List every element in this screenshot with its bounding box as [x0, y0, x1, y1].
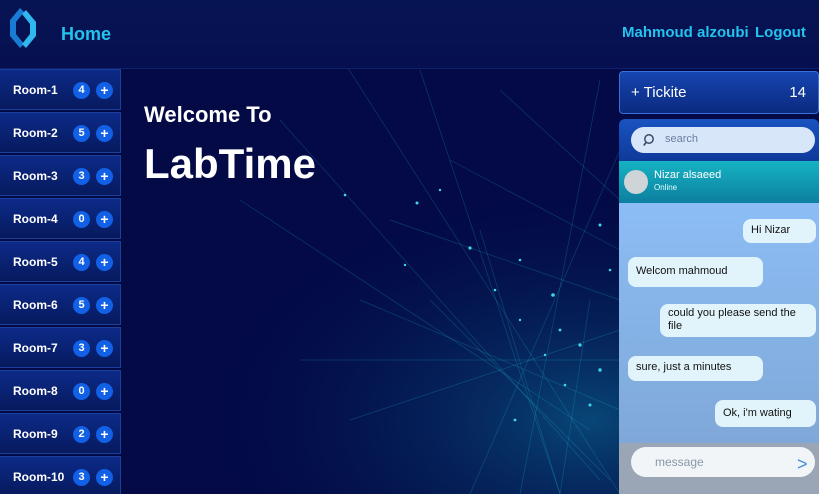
message-bubble-sent: could you please send the file: [660, 304, 816, 337]
user-name-link[interactable]: Mahmoud alzoubi: [622, 24, 749, 41]
room-label: Room-10: [13, 470, 65, 484]
message-compose-bar: message >: [619, 443, 819, 494]
room-count-badge: 4: [73, 82, 90, 99]
logout-link[interactable]: Logout: [755, 24, 806, 41]
room-count-badge: 2: [73, 426, 90, 443]
message-input[interactable]: message >: [631, 447, 815, 477]
welcome-heading: Welcome To: [144, 102, 272, 127]
ticket-count: 14: [789, 84, 806, 101]
message-bubble-received: sure, just a minutes: [628, 356, 763, 381]
room-count-badge: 0: [73, 211, 90, 228]
room-count-badge: 3: [73, 340, 90, 357]
room-add-button[interactable]: +: [96, 469, 113, 486]
room-label: Room-8: [13, 384, 58, 398]
room-item-5[interactable]: Room-5 4 +: [0, 241, 121, 282]
room-add-button[interactable]: +: [96, 383, 113, 400]
room-count-badge: 0: [73, 383, 90, 400]
room-label: Room-1: [13, 83, 58, 97]
room-item-4[interactable]: Room-4 0 +: [0, 198, 121, 239]
room-label: Room-7: [13, 341, 58, 355]
room-count-badge: 5: [73, 125, 90, 142]
room-add-button[interactable]: +: [96, 297, 113, 314]
top-navigation-bar: Home Mahmoud alzoubi Logout: [0, 0, 819, 69]
room-item-1[interactable]: Room-1 4 +: [0, 69, 121, 110]
room-item-3[interactable]: Room-3 3 +: [0, 155, 121, 196]
room-label: Room-3: [13, 169, 58, 183]
room-item-9[interactable]: Room-9 2 +: [0, 413, 121, 454]
room-count-badge: 5: [73, 297, 90, 314]
room-add-button[interactable]: +: [96, 168, 113, 185]
message-bubble-sent: Hi Nizar: [743, 219, 816, 243]
contact-name: Nizar alsaeed: [654, 169, 722, 181]
room-count-badge: 3: [73, 168, 90, 185]
ticket-button[interactable]: + Tickite 14: [619, 71, 819, 114]
message-list[interactable]: Hi Nizar Welcom mahmoud could you please…: [619, 203, 819, 443]
room-item-6[interactable]: Room-6 5 +: [0, 284, 121, 325]
rooms-sidebar: Room-1 4 + Room-2 5 + Room-3 3 + Room-4 …: [0, 69, 123, 494]
room-label: Room-6: [13, 298, 58, 312]
search-icon: [643, 134, 654, 146]
room-add-button[interactable]: +: [96, 254, 113, 271]
room-item-10[interactable]: Room-10 3 +: [0, 456, 121, 494]
send-icon[interactable]: >: [797, 454, 808, 475]
chat-contact-header[interactable]: Nizar alsaeed Online: [619, 161, 819, 203]
message-bubble-sent: Ok, i'm wating: [715, 400, 816, 427]
room-add-button[interactable]: +: [96, 211, 113, 228]
chat-panel: search Nizar alsaeed Online Hi Nizar Wel…: [619, 119, 819, 494]
room-count-badge: 4: [73, 254, 90, 271]
room-add-button[interactable]: +: [96, 340, 113, 357]
message-bubble-received: Welcom mahmoud: [628, 257, 763, 287]
room-label: Room-2: [13, 126, 58, 140]
room-count-badge: 3: [73, 469, 90, 486]
app-logo-icon[interactable]: [6, 6, 40, 52]
message-placeholder: message: [655, 455, 704, 469]
brand-title: LabTime: [144, 140, 316, 187]
avatar: [624, 170, 648, 194]
ticket-label: + Tickite: [631, 84, 687, 101]
search-input[interactable]: search: [631, 127, 815, 153]
chat-search-bar: search: [619, 119, 819, 161]
room-label: Room-9: [13, 427, 58, 441]
room-add-button[interactable]: +: [96, 426, 113, 443]
room-item-8[interactable]: Room-8 0 +: [0, 370, 121, 411]
room-label: Room-5: [13, 255, 58, 269]
room-add-button[interactable]: +: [96, 125, 113, 142]
contact-status: Online: [654, 183, 678, 192]
room-item-7[interactable]: Room-7 3 +: [0, 327, 121, 368]
room-item-2[interactable]: Room-2 5 +: [0, 112, 121, 153]
search-placeholder: search: [665, 133, 699, 145]
room-label: Room-4: [13, 212, 58, 226]
room-add-button[interactable]: +: [96, 82, 113, 99]
home-link[interactable]: Home: [61, 24, 111, 45]
